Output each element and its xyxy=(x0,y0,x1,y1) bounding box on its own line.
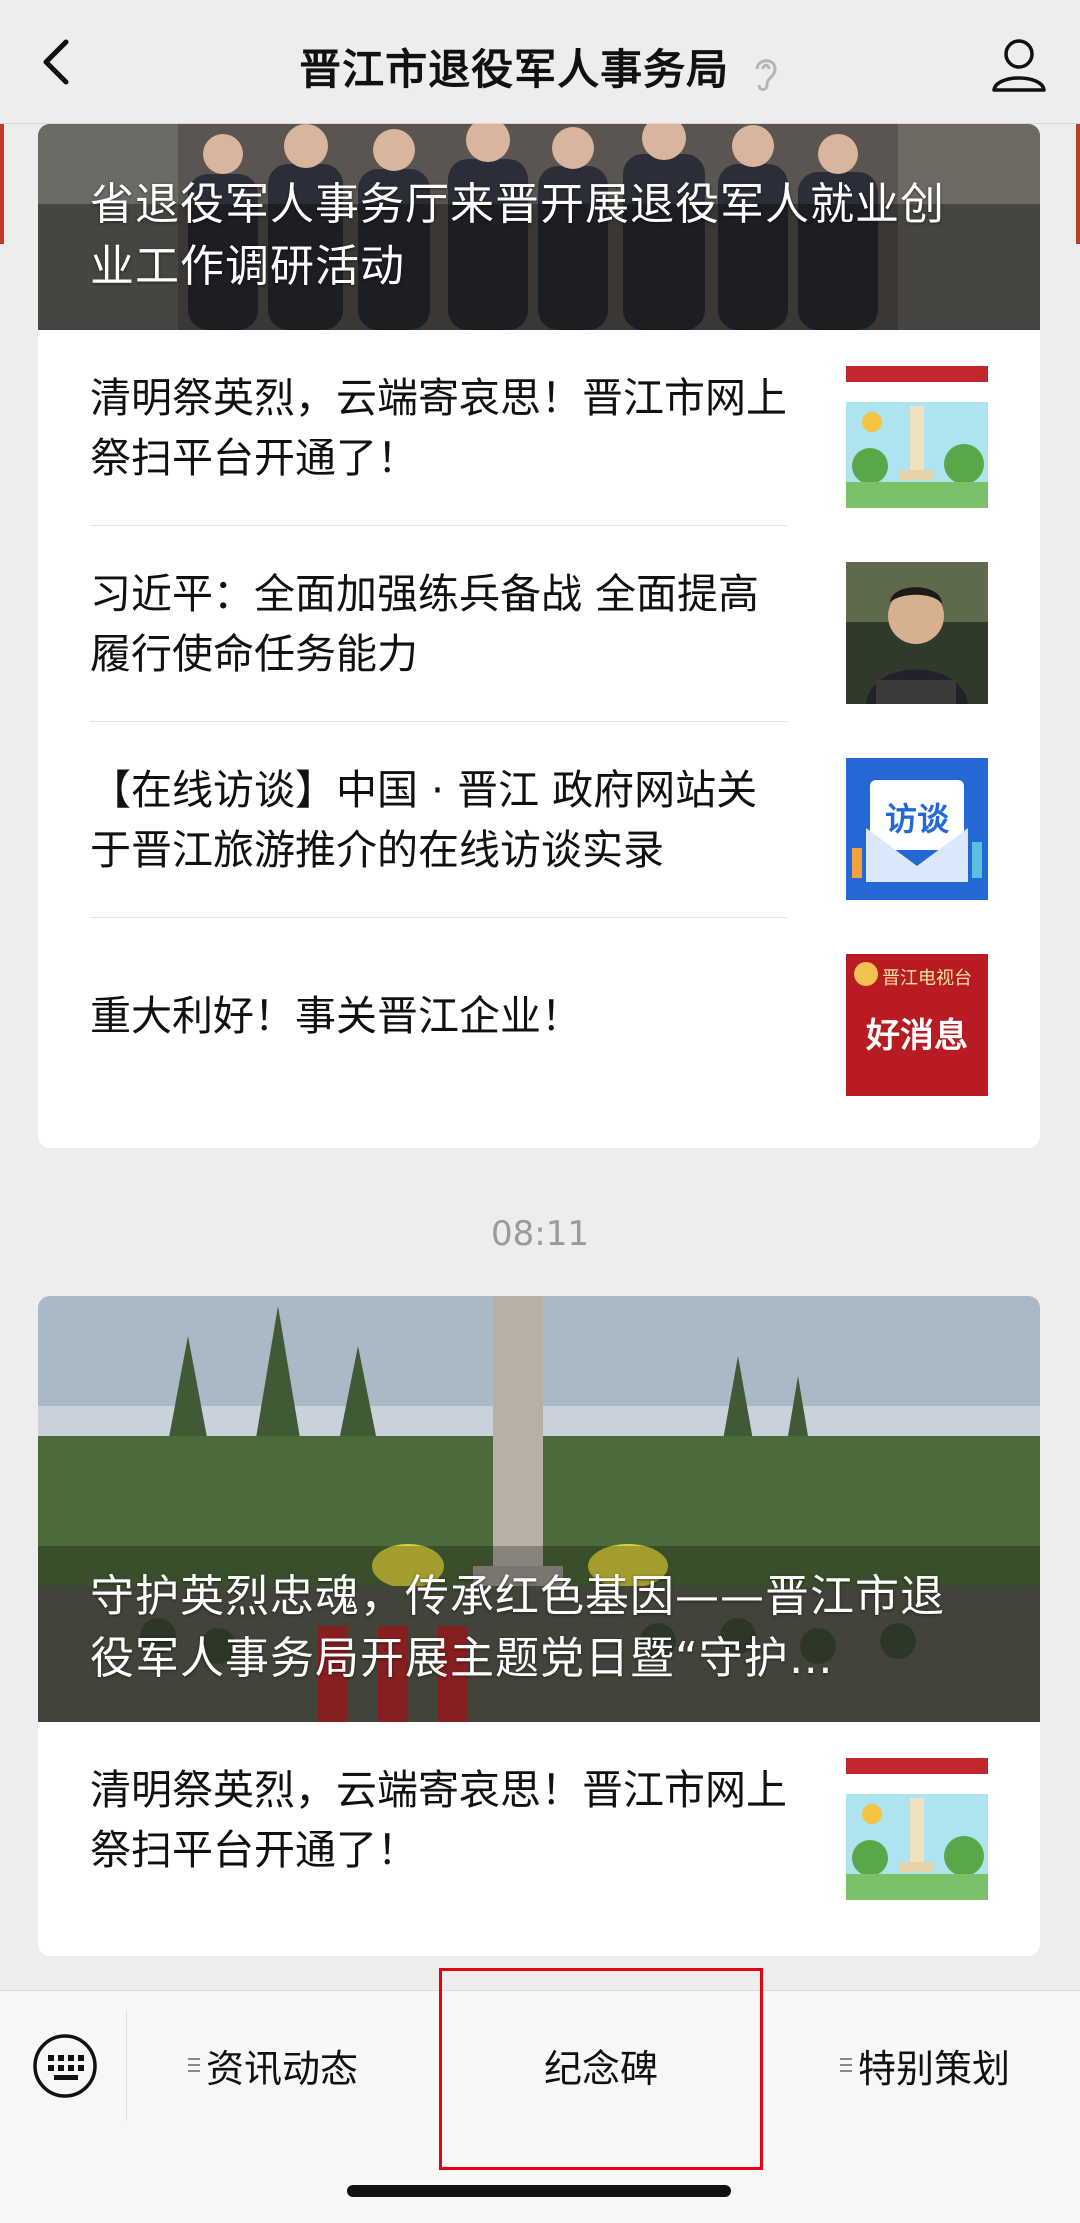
hero-article[interactable]: 省退役军人事务厅来晋开展退役军人就业创业工作调研活动 xyxy=(38,124,1040,330)
list-item[interactable]: 【在线访谈】中国 · 晋江 政府网站关于晋江旅游推介的在线访谈实录 访谈 xyxy=(90,722,988,918)
home-indicator[interactable] xyxy=(347,2185,731,2197)
edge-accent xyxy=(0,124,4,244)
submenu-lines-icon xyxy=(839,2054,852,2076)
account-title: 晋江市退役军人事务局 xyxy=(0,36,1080,97)
hero-title: 省退役军人事务厅来晋开展退役军人就业创业工作调研活动 xyxy=(90,179,945,292)
monument-page-thumbnail xyxy=(846,366,988,508)
article-card: 省退役军人事务厅来晋开展退役军人就业创业工作调研活动 清明祭英烈，云端寄哀思！晋… xyxy=(38,124,1040,1148)
thumb-label: 好消息 xyxy=(866,1016,968,1056)
hero-article[interactable]: 守护英烈忠魂，传承红色基因——晋江市退役军人事务局开展主题党日暨“守护… xyxy=(38,1296,1040,1722)
account-name: 晋江市退役军人事务局 xyxy=(299,45,730,94)
top-nav-bar: 晋江市退役军人事务局 xyxy=(0,0,1080,124)
item-title: 【在线访谈】中国 · 晋江 政府网站关于晋江旅游推介的在线访谈实录 xyxy=(90,765,758,874)
hero-title: 守护英烈忠魂，传承红色基因——晋江市退役军人事务局开展主题党日暨“守护… xyxy=(90,1571,945,1684)
menu-label: 资讯动态 xyxy=(205,2046,358,2091)
keyboard-icon[interactable] xyxy=(30,2031,100,2101)
good-news-thumbnail: 晋江电视台 好消息 xyxy=(846,954,988,1096)
list-item[interactable]: 清明祭英烈，云端寄哀思！晋江市网上祭扫平台开通了！ xyxy=(90,1722,988,1918)
list-item[interactable]: 清明祭英烈，云端寄哀思！晋江市网上祭扫平台开通了！ xyxy=(90,330,988,526)
item-title: 清明祭英烈，云端寄哀思！晋江市网上祭扫平台开通了！ xyxy=(90,1766,787,1874)
menu-news[interactable]: 资讯动态 xyxy=(127,2025,419,2105)
speaker-portrait-thumbnail xyxy=(846,562,988,704)
item-title: 重大利好！事关晋江企业！ xyxy=(90,992,582,1040)
interview-envelope-thumbnail: 访谈 xyxy=(846,758,988,900)
thumb-label: 访谈 xyxy=(884,800,949,838)
thumb-brand: 晋江电视台 xyxy=(882,968,972,989)
message-timestamp: 08:11 xyxy=(491,1214,589,1254)
item-title: 习近平：全面加强练兵备战 全面提高履行使命任务能力 xyxy=(90,569,760,678)
submenu-lines-icon xyxy=(187,2054,200,2076)
monument-page-thumbnail xyxy=(846,1758,988,1900)
list-item[interactable]: 习近平：全面加强练兵备战 全面提高履行使命任务能力 xyxy=(90,526,988,722)
tv-logo-icon xyxy=(854,962,878,986)
menu-special[interactable]: 特别策划 xyxy=(780,2025,1070,2105)
ear-listen-icon[interactable] xyxy=(751,53,781,93)
menu-label: 特别策划 xyxy=(857,2046,1010,2091)
highlight-annotation xyxy=(439,1968,763,2170)
profile-icon[interactable] xyxy=(988,34,1050,96)
edge-accent xyxy=(1076,124,1080,244)
item-title: 清明祭英烈，云端寄哀思！晋江市网上祭扫平台开通了！ xyxy=(90,373,787,482)
list-item[interactable]: 重大利好！事关晋江企业！ 晋江电视台 好消息 xyxy=(90,918,988,1114)
article-card: 守护英烈忠魂，传承红色基因——晋江市退役军人事务局开展主题党日暨“守护… 清明祭… xyxy=(38,1296,1040,1956)
